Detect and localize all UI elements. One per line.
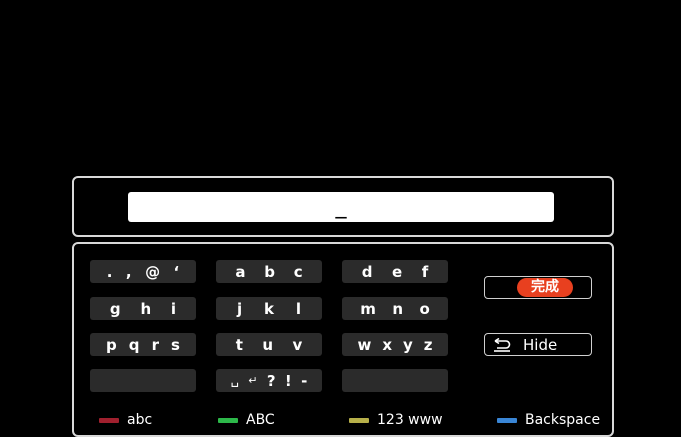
key-blank-right[interactable]	[342, 369, 448, 392]
key-exclamation[interactable]: !	[285, 372, 292, 390]
legend-yellow: 123 www	[349, 412, 443, 428]
key-question[interactable]: ?	[267, 372, 276, 390]
key-s[interactable]: s	[171, 336, 180, 354]
key-group-wxyz[interactable]: w x y z	[342, 333, 448, 356]
key-group-tuv[interactable]: t u v	[216, 333, 322, 356]
blue-key-swatch	[497, 417, 517, 423]
key-f[interactable]: f	[422, 263, 429, 281]
key-quote[interactable]: ‘	[174, 263, 180, 281]
key-l[interactable]: l	[296, 300, 301, 318]
yellow-key-swatch	[349, 417, 369, 423]
key-j[interactable]: j	[237, 300, 242, 318]
legend-green-label: ABC	[246, 412, 275, 428]
key-z[interactable]: z	[424, 336, 433, 354]
key-p[interactable]: p	[106, 336, 117, 354]
key-a[interactable]: a	[235, 263, 245, 281]
key-n[interactable]: n	[392, 300, 403, 318]
hide-label: Hide	[523, 335, 558, 354]
key-i[interactable]: i	[171, 300, 176, 318]
key-comma[interactable]: ,	[126, 263, 132, 281]
key-e[interactable]: e	[392, 263, 402, 281]
key-b[interactable]: b	[264, 263, 275, 281]
done-button[interactable]: 完成	[484, 276, 592, 299]
text-input[interactable]: _	[128, 192, 554, 222]
key-q[interactable]: q	[129, 336, 140, 354]
key-m[interactable]: m	[360, 300, 376, 318]
hide-button[interactable]: Hide	[484, 333, 592, 356]
key-d[interactable]: d	[362, 263, 373, 281]
legend-red-label: abc	[127, 412, 153, 428]
legend-green: ABC	[218, 412, 275, 428]
key-c[interactable]: c	[294, 263, 303, 281]
legend-red: abc	[99, 412, 152, 428]
key-w[interactable]: w	[357, 336, 371, 354]
return-arrow-icon	[494, 337, 511, 352]
key-group-def[interactable]: d e f	[342, 260, 448, 283]
done-label: 完成	[517, 278, 573, 297]
legend-yellow-label: 123 www	[377, 412, 443, 428]
key-group-punctuation[interactable]: . , @ ‘	[90, 260, 196, 283]
key-h[interactable]: h	[140, 300, 151, 318]
key-period[interactable]: .	[107, 263, 113, 281]
key-x[interactable]: x	[382, 336, 392, 354]
key-group-abc[interactable]: a b c	[216, 260, 322, 283]
key-group-ghi[interactable]: g h i	[90, 297, 196, 320]
key-group-space-symbols[interactable]: ␣ ↵ ? ! -	[216, 369, 322, 392]
green-key-swatch	[218, 417, 238, 423]
enter-icon[interactable]: ↵	[248, 374, 257, 387]
key-t[interactable]: t	[236, 336, 243, 354]
key-group-pqrs[interactable]: p q r s	[90, 333, 196, 356]
key-y[interactable]: y	[403, 336, 413, 354]
legend-blue: Backspace	[497, 412, 600, 428]
key-v[interactable]: v	[292, 336, 302, 354]
key-blank-left[interactable]	[90, 369, 196, 392]
key-at[interactable]: @	[145, 263, 160, 281]
key-group-mno[interactable]: m n o	[342, 297, 448, 320]
key-group-jkl[interactable]: j k l	[216, 297, 322, 320]
red-key-swatch	[99, 417, 119, 423]
key-r[interactable]: r	[152, 336, 159, 354]
key-g[interactable]: g	[110, 300, 121, 318]
key-hyphen[interactable]: -	[301, 372, 307, 390]
space-icon[interactable]: ␣	[231, 373, 239, 388]
key-o[interactable]: o	[419, 300, 429, 318]
key-u[interactable]: u	[262, 336, 273, 354]
legend-blue-label: Backspace	[525, 412, 601, 428]
key-k[interactable]: k	[264, 300, 274, 318]
